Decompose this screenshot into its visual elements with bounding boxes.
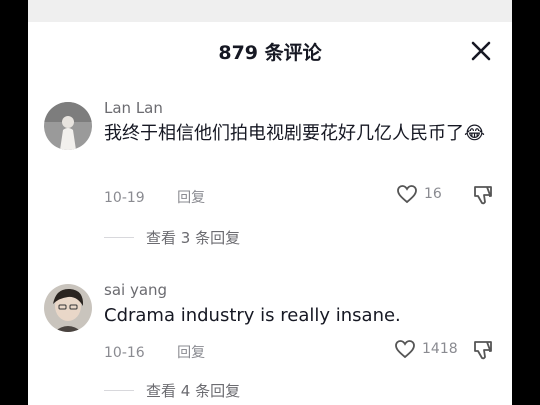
divider-line — [104, 390, 134, 391]
like-count: 16 — [424, 186, 442, 202]
divider-line — [104, 237, 134, 238]
view-replies-button[interactable]: 查看 4 条回复 — [104, 380, 240, 401]
comments-header: 879 条评论 — [28, 22, 512, 80]
close-icon — [471, 41, 491, 61]
comment-body: Cdrama industry is really insane. — [104, 305, 401, 326]
comment-meta: 10-16 回复 — [104, 342, 205, 362]
comment-date: 10-16 — [104, 345, 145, 361]
dislike-icon — [474, 341, 492, 360]
heart-icon — [395, 340, 415, 359]
comment-item: sai yang Cdrama industry is really insan… — [28, 276, 512, 405]
view-replies-label: 查看 3 条回复 — [146, 229, 241, 247]
avatar[interactable] — [44, 102, 92, 150]
comment-title-suffix: 条评论 — [264, 42, 322, 64]
comment-username[interactable]: Lan Lan — [104, 99, 163, 117]
comment-meta: 10-19 回复 — [104, 187, 205, 207]
previous-content-strip — [28, 0, 512, 22]
comments-panel: 879 条评论 Lan Lan 我终于相信他们拍电视剧要花好几亿人民币了😂 10… — [28, 0, 512, 405]
close-button[interactable] — [468, 38, 494, 64]
dislike-button[interactable] — [472, 339, 494, 365]
comment-body: 我终于相信他们拍电视剧要花好几亿人民币了 — [104, 123, 464, 144]
view-replies-button[interactable]: 查看 3 条回复 — [104, 227, 240, 248]
like-count: 1418 — [422, 341, 458, 357]
reply-button[interactable]: 回复 — [177, 190, 205, 206]
comment-text: Cdrama industry is really insane. — [104, 303, 494, 329]
comment-count: 879 — [218, 42, 259, 64]
dislike-icon — [474, 186, 492, 205]
comment-item: Lan Lan 我终于相信他们拍电视剧要花好几亿人民币了😂 10-19 回复 1… — [28, 92, 512, 252]
comment-date: 10-19 — [104, 190, 145, 206]
like-button[interactable]: 1418 — [394, 339, 458, 359]
comments-title: 879 条评论 — [28, 38, 512, 65]
comment-username[interactable]: sai yang — [104, 281, 167, 299]
view-replies-label: 查看 4 条回复 — [146, 382, 241, 400]
avatar[interactable] — [44, 284, 92, 332]
like-button[interactable]: 16 — [396, 184, 442, 204]
laughing-emoji-icon: 😂 — [464, 123, 486, 144]
comment-text: 我终于相信他们拍电视剧要花好几亿人民币了😂 — [104, 121, 494, 147]
dislike-button[interactable] — [472, 184, 494, 210]
heart-icon — [397, 185, 417, 204]
reply-button[interactable]: 回复 — [177, 345, 205, 361]
